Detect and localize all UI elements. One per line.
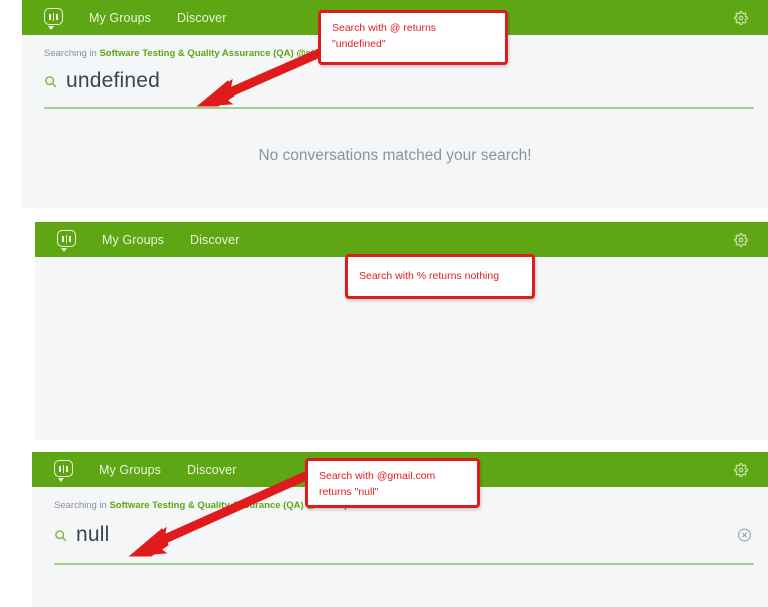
gear-icon[interactable] [734, 10, 748, 25]
nav-discover[interactable]: Discover [190, 233, 239, 247]
no-results-message: No conversations matched your search! [258, 147, 532, 164]
nav-discover[interactable]: Discover [187, 463, 236, 477]
search-input-value[interactable]: undefined [66, 69, 160, 93]
panel-gap-1 [0, 208, 768, 222]
search-icon [44, 75, 57, 88]
nav-my-groups[interactable]: My Groups [99, 463, 161, 477]
searching-in-prefix: Searching in [54, 500, 110, 511]
annotation-callout-2: Search with % returns nothing [345, 254, 535, 299]
search-input-value[interactable]: null [76, 523, 110, 547]
panel-3-left-gutter [0, 452, 32, 607]
annotation-callout-3: Search with @gmail.com returns "null" [305, 458, 480, 508]
clear-search-icon[interactable] [737, 528, 752, 543]
search-field-row[interactable]: undefined [22, 69, 768, 93]
panel-gap-2 [0, 440, 768, 452]
search-icon [54, 529, 67, 542]
nav-my-groups[interactable]: My Groups [102, 233, 164, 247]
groups-logo-icon[interactable] [44, 8, 63, 30]
nav-my-groups[interactable]: My Groups [89, 11, 151, 25]
nav-discover[interactable]: Discover [177, 11, 226, 25]
gear-icon[interactable] [734, 232, 748, 247]
top-navigation-bar: My Groups Discover [35, 222, 768, 257]
annotation-callout-1: Search with @ returns "undefined" [318, 10, 508, 65]
search-underline-divider [54, 563, 754, 565]
search-underline-divider [44, 107, 754, 109]
groups-logo-icon[interactable] [57, 230, 76, 252]
search-field-row[interactable]: null [32, 523, 768, 547]
groups-logo-icon[interactable] [54, 460, 73, 482]
panel-2-left-gutter [0, 222, 35, 440]
searching-in-prefix: Searching in [44, 48, 100, 59]
gear-icon[interactable] [734, 462, 748, 477]
searching-in-group-name[interactable]: Software Testing & Quality Assurance (QA… [99, 48, 342, 59]
